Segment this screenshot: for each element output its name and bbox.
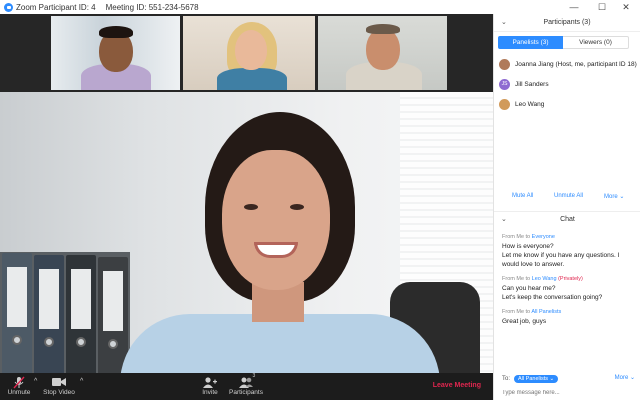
bookshelf (0, 252, 130, 373)
message-text: Let me know if you have any questions. I… (502, 252, 620, 268)
binder (66, 255, 96, 373)
video-thumbnail-2[interactable] (183, 16, 315, 90)
zoom-logo-icon (4, 2, 13, 12)
participant-name: Joanna Jiang (Host, me, participant ID 1… (515, 60, 637, 68)
chat-recipient-row: To: All Panelists ⌄ More ⌄ (502, 373, 635, 384)
participant-row[interactable]: JS Jill Sanders (494, 74, 640, 94)
tab-viewers[interactable]: Viewers (0) (563, 36, 629, 49)
participants-more-button[interactable]: More ⌄ (604, 193, 624, 200)
private-flag: (Privately) (558, 276, 583, 282)
unmute-all-button[interactable]: Unmute All (554, 193, 583, 199)
side-panel: ⌄ Participants (3) Panelists (3) Viewers… (493, 14, 640, 400)
message-text: Can you hear me? (502, 285, 556, 292)
recipient-dropdown[interactable]: All Panelists ⌄ (514, 374, 559, 383)
avatar (499, 98, 510, 110)
chat-more-button[interactable]: More ⌄ (615, 374, 635, 381)
participants-icon: 3 (238, 373, 256, 389)
participant-list: Joanna Jiang (Host, me, participant ID 1… (494, 54, 640, 114)
stop-video-label: Stop Video (43, 389, 75, 396)
unmute-button[interactable]: Unmute (6, 375, 32, 396)
chat-messages: From Me to Everyone How is everyone? Let… (502, 234, 636, 333)
participant-hair (99, 26, 133, 38)
participant-actions: Mute All Unmute All More ⌄ (494, 193, 640, 205)
meeting-toolbar: Unmute ^ Stop Video ^ Invite 3 Participa… (0, 373, 493, 400)
leave-meeting-button[interactable]: Leave Meeting (433, 382, 481, 389)
speaker-shirt (120, 314, 440, 373)
participant-row[interactable]: Joanna Jiang (Host, me, participant ID 1… (494, 54, 640, 74)
microphone-muted-icon (13, 375, 25, 389)
speaker-eye (290, 204, 304, 210)
unmute-label: Unmute (7, 389, 31, 396)
active-speaker-video[interactable] (0, 92, 493, 373)
chat-header: ⌄ Chat (494, 211, 640, 227)
audio-options-caret-icon[interactable]: ^ (34, 378, 37, 385)
participant-name: Leo Wang (515, 100, 545, 108)
video-area (0, 14, 493, 373)
participant-hair (366, 24, 400, 34)
participants-header: ⌄ Participants (3) (494, 14, 640, 32)
binder (98, 257, 128, 373)
chat-message: From Me to Everyone How is everyone? Let… (502, 234, 636, 269)
chat-message: From Me to Leo Wang (Privately) Can you … (502, 276, 636, 302)
participant-name: Jill Sanders (515, 80, 549, 88)
invite-label: Invite (202, 389, 218, 396)
invite-button[interactable]: Invite (199, 375, 221, 396)
message-sender: From Me to All Panelists (502, 309, 562, 315)
close-button[interactable]: ✕ (612, 0, 640, 14)
message-text: Let's keep the conversation going? (502, 294, 603, 301)
message-recipient: Leo Wang (531, 276, 557, 282)
speaker-face (222, 150, 330, 290)
participants-label: Participants (229, 389, 263, 396)
collapse-chat-icon[interactable]: ⌄ (501, 215, 507, 223)
video-options-caret-icon[interactable]: ^ (80, 378, 83, 385)
participant-tabs: Panelists (3) Viewers (0) (498, 36, 629, 49)
mute-all-button[interactable]: Mute All (512, 193, 533, 199)
binder (2, 253, 32, 373)
video-thumbnail-1[interactable] (51, 16, 180, 90)
video-thumbnail-3[interactable] (318, 16, 447, 90)
meeting-id-label: Meeting ID: 551-234-5678 (105, 2, 199, 12)
add-person-icon (203, 375, 217, 389)
to-label: To: (502, 375, 511, 382)
participant-face (235, 30, 267, 70)
message-sender: From Me to Leo Wang (Privately) (502, 276, 583, 282)
message-text: How is everyone? (502, 243, 554, 250)
title-bar: Zoom Participant ID: 4 Meeting ID: 551-2… (0, 0, 640, 14)
message-recipient: Everyone (531, 234, 555, 240)
participant-id-label: Zoom Participant ID: 4 (16, 2, 96, 12)
stop-video-button[interactable]: Stop Video (42, 375, 76, 396)
chat-message-input[interactable] (502, 387, 635, 398)
video-camera-icon (52, 375, 66, 389)
participants-button[interactable]: 3 Participants (226, 373, 266, 396)
participant-row[interactable]: Leo Wang (494, 94, 640, 114)
chat-title: Chat (560, 216, 575, 223)
participants-title: Participants (3) (543, 19, 591, 26)
participant-face (366, 28, 400, 70)
participant-torso (217, 68, 287, 90)
message-text: Great job, guys (502, 318, 547, 325)
binder (34, 255, 64, 373)
tab-panelists[interactable]: Panelists (3) (498, 36, 563, 49)
speaker-eye (244, 204, 258, 210)
chat-message: From Me to All Panelists Great job, guys (502, 309, 636, 326)
thumbnail-strip (0, 14, 493, 92)
message-sender: From Me to Everyone (502, 234, 555, 240)
minimize-button[interactable]: — (560, 0, 588, 14)
avatar (499, 58, 510, 70)
collapse-participants-icon[interactable]: ⌄ (501, 18, 507, 26)
participants-count-badge: 3 (252, 373, 256, 379)
message-recipient: All Panelists (531, 309, 562, 315)
avatar: JS (499, 78, 510, 90)
